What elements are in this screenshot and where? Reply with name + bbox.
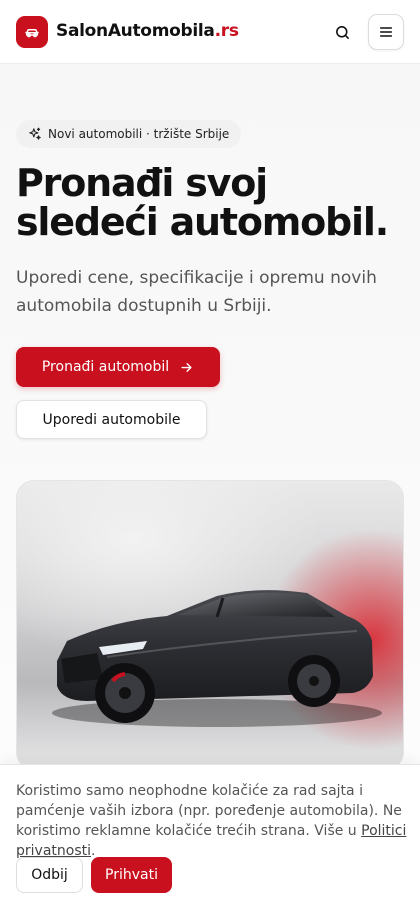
- reject-label: Odbij: [31, 867, 68, 883]
- brand-tld: .rs: [214, 21, 239, 41]
- reject-cookies-button[interactable]: Odbij: [16, 857, 83, 893]
- find-car-button[interactable]: Pronađi automobil: [16, 347, 220, 387]
- menu-button[interactable]: [368, 14, 404, 50]
- search-button[interactable]: [330, 20, 354, 44]
- sparkles-icon: [29, 127, 41, 140]
- hero-badge: Novi automobili · tržište Srbije: [16, 120, 242, 148]
- cookie-text: Koristimo samo neophodne kolačiće za rad…: [16, 781, 408, 861]
- brand-name[interactable]: SalonAutomobila.rs: [56, 20, 239, 42]
- hero-title: Pronađi svoj sledeći automobil.: [16, 161, 389, 244]
- compare-cars-button[interactable]: Uporedi automobile: [16, 400, 207, 439]
- cookie-banner: Koristimo samo neophodne kolačiće za rad…: [0, 764, 420, 908]
- site-header: SalonAutomobila.rs: [0, 0, 420, 64]
- car-illustration: [52, 590, 382, 727]
- hero-badge-text: Novi automobili · tržište Srbije: [48, 127, 230, 141]
- brand-main: SalonAutomobila: [56, 21, 215, 41]
- logo[interactable]: [16, 16, 48, 48]
- car-icon: [25, 29, 39, 38]
- accept-cookies-button[interactable]: Prihvati: [91, 857, 172, 893]
- cookie-message-end: .: [91, 843, 96, 859]
- hero-lead: Uporedi cene, specifikacije i opremu nov…: [16, 268, 377, 316]
- arrow-right-icon: [181, 362, 192, 372]
- accept-label: Prihvati: [105, 867, 158, 883]
- hero-car-image: [16, 480, 404, 770]
- search-icon: [335, 25, 349, 39]
- cookie-message: Koristimo samo neophodne kolačiće za rad…: [16, 783, 402, 839]
- find-car-label: Pronađi automobil: [41, 359, 170, 375]
- menu-icon: [379, 27, 393, 37]
- compare-cars-label: Uporedi automobile: [42, 411, 181, 428]
